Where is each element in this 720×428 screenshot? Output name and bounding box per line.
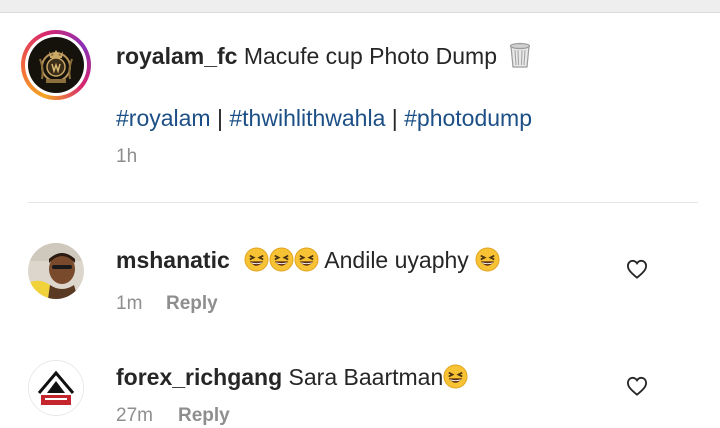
- caption-line: royalam_fc Macufe cup Photo Dump: [116, 40, 531, 72]
- hashtag-link[interactable]: #royalam: [116, 105, 211, 131]
- club-logo-avatar: [28, 37, 84, 93]
- caption-text: Macufe cup Photo Dump: [243, 43, 497, 69]
- grinning-squinting-face-icon: [244, 247, 269, 280]
- comment-line: mshanatic Andile uyaphy: [116, 244, 500, 276]
- reply-button[interactable]: Reply: [166, 292, 218, 316]
- grinning-squinting-face-icon: [269, 247, 294, 280]
- divider: [28, 202, 698, 203]
- comment-timestamp: 27m: [116, 405, 153, 426]
- comment-timestamp: 1m: [116, 293, 143, 314]
- grinning-squinting-face-icon: [443, 364, 468, 397]
- hashtag-separator: |: [217, 105, 223, 131]
- top-edge-bar: [0, 0, 720, 13]
- hashtag-link[interactable]: #photodump: [404, 105, 532, 131]
- comment-text: Sara Baartman: [288, 364, 444, 390]
- hashtag-link[interactable]: #thwihlithwahla: [229, 105, 385, 131]
- commenter-avatar[interactable]: [28, 360, 84, 416]
- wastebasket-icon: [509, 41, 531, 77]
- comment-username[interactable]: forex_richgang: [116, 364, 282, 390]
- caption-timestamp: 1h: [116, 146, 138, 167]
- story-ring-avatar[interactable]: [21, 30, 91, 100]
- grinning-squinting-face-icon: [475, 247, 500, 280]
- heart-outline-icon[interactable]: [626, 259, 648, 284]
- heart-outline-icon[interactable]: [626, 376, 648, 401]
- caption-hashtags: #royalam | #thwihlithwahla | #photodump: [116, 102, 532, 134]
- reply-button[interactable]: Reply: [178, 404, 230, 428]
- comment-text: Andile uyaphy: [324, 247, 469, 273]
- comment-username[interactable]: mshanatic: [116, 247, 230, 273]
- caption-username[interactable]: royalam_fc: [116, 43, 237, 69]
- hashtag-separator: |: [391, 105, 398, 131]
- emoji-group: [244, 244, 319, 280]
- grinning-squinting-face-icon: [294, 247, 319, 280]
- comment-line: forex_richgang Sara Baartman: [116, 361, 468, 393]
- commenter-avatar[interactable]: [28, 243, 84, 299]
